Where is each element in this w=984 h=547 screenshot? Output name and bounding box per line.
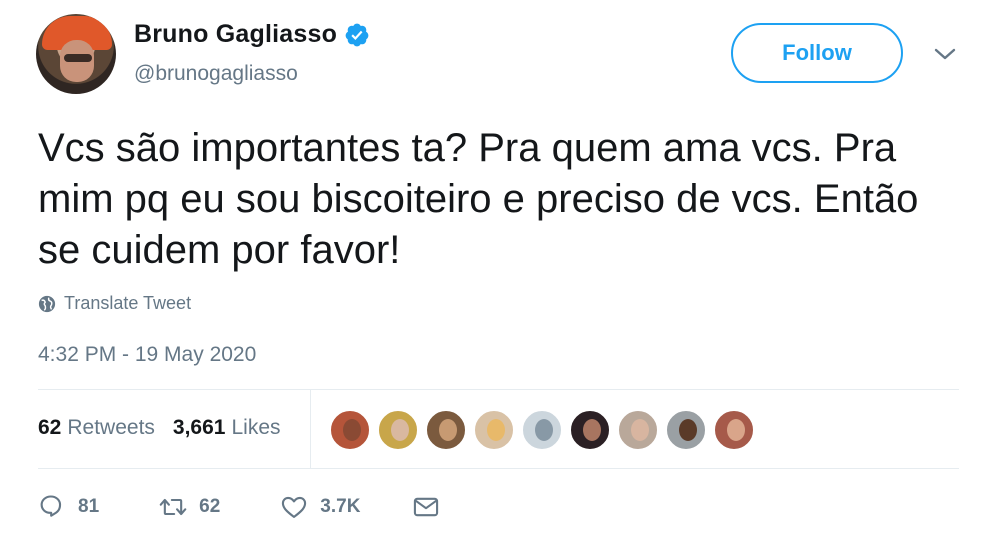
liker-avatar[interactable]	[329, 409, 371, 451]
liker-avatar[interactable]	[425, 409, 467, 451]
divider	[38, 389, 959, 390]
liker-avatar[interactable]	[665, 409, 707, 451]
heart-icon	[282, 496, 307, 518]
reply-count: 81	[78, 496, 100, 517]
author-display-name[interactable]: Bruno Gagliasso	[134, 20, 337, 49]
retweets-stat-count: 62	[38, 416, 62, 439]
retweet-icon	[159, 498, 187, 516]
tweet-timestamp[interactable]: 4:32 PM - 19 May 2020	[38, 343, 256, 367]
liker-avatar[interactable]	[377, 409, 419, 451]
avatar-glasses	[64, 54, 92, 62]
globe-icon	[38, 295, 56, 312]
direct-message-button[interactable]	[412, 493, 440, 521]
liker-avatar-face	[631, 419, 649, 441]
tweet-stats: 62 Retweets 3,661 Likes	[38, 416, 299, 440]
verified-badge-icon	[345, 23, 369, 46]
avatar[interactable]	[36, 14, 116, 94]
envelope-icon	[414, 497, 439, 517]
liker-avatar-face	[391, 419, 409, 441]
liker-avatars	[329, 409, 761, 451]
follow-button[interactable]: Follow	[731, 23, 903, 83]
liker-avatar-face	[343, 419, 361, 441]
retweet-count: 62	[199, 496, 221, 517]
liker-avatar-face	[439, 419, 457, 441]
translate-tweet-label: Translate Tweet	[64, 293, 192, 313]
likes-stat-count: 3,661	[172, 416, 226, 439]
stats-separator	[310, 390, 311, 468]
tweet-card: Bruno Gagliasso @brunogagliasso Follow V…	[0, 0, 984, 547]
liker-avatar[interactable]	[473, 409, 515, 451]
reply-button[interactable]: 81	[38, 493, 99, 521]
liker-avatar[interactable]	[617, 409, 659, 451]
retweets-stat[interactable]: 62 Retweets	[38, 416, 155, 440]
liker-avatar-face	[535, 419, 553, 441]
author-name-row: Bruno Gagliasso	[134, 20, 370, 49]
retweets-stat-label: Retweets	[67, 416, 155, 439]
like-button[interactable]: 3.7K	[280, 493, 360, 521]
liker-avatar-face	[679, 419, 697, 441]
tweet-actions: 81 62 3.7K	[38, 493, 440, 521]
likes-stat[interactable]: 3,661 Likes	[173, 416, 281, 440]
liker-avatar-face	[727, 419, 745, 441]
like-count: 3.7K	[320, 496, 361, 517]
reply-icon	[40, 495, 62, 517]
tweet-text: Vcs são importantes ta? Pra quem ama vcs…	[38, 126, 919, 272]
author-handle[interactable]: @brunogagliasso	[134, 62, 298, 86]
translate-tweet-link[interactable]: Translate Tweet	[38, 293, 191, 314]
likes-stat-label: Likes	[231, 416, 281, 439]
chevron-down-icon[interactable]	[934, 47, 956, 61]
liker-avatar-face	[583, 419, 601, 441]
liker-avatar[interactable]	[569, 409, 611, 451]
liker-avatar[interactable]	[521, 409, 563, 451]
retweet-button[interactable]: 62	[159, 493, 220, 521]
liker-avatar-face	[487, 419, 505, 441]
divider	[38, 468, 959, 469]
liker-avatar[interactable]	[713, 409, 755, 451]
